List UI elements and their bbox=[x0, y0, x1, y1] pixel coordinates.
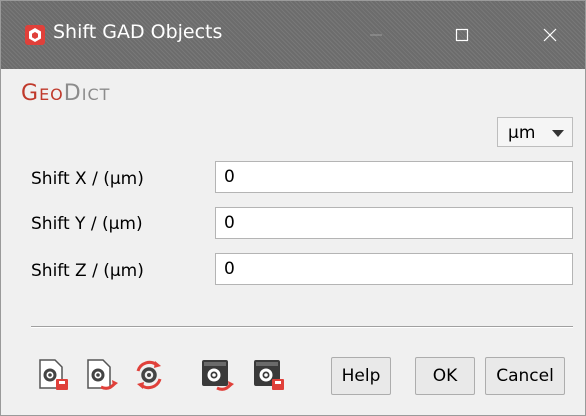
load-settings-icon bbox=[39, 359, 68, 390]
logo-dict-rest: ICT bbox=[81, 85, 111, 104]
load-gdt-icon bbox=[254, 360, 284, 390]
shift-x-input[interactable]: 0 bbox=[215, 161, 573, 193]
save-settings-icon bbox=[87, 359, 118, 390]
reset-settings-icon bbox=[136, 360, 162, 390]
save-settings-button[interactable] bbox=[83, 357, 119, 393]
logo-dict-cap: D bbox=[63, 81, 82, 106]
chevron-down-icon bbox=[552, 130, 564, 137]
cancel-button[interactable]: Cancel bbox=[485, 357, 565, 395]
reset-settings-button[interactable] bbox=[131, 357, 167, 393]
geodict-logo: GEODICT bbox=[21, 81, 110, 107]
shift-y-input[interactable]: 0 bbox=[215, 207, 573, 239]
logo-geo-rest: EO bbox=[39, 85, 64, 104]
geodict-app-icon bbox=[25, 25, 45, 45]
divider bbox=[31, 326, 573, 328]
maximize-icon bbox=[455, 28, 469, 42]
minimize-icon bbox=[370, 34, 382, 36]
load-gdt-button[interactable] bbox=[251, 357, 287, 393]
shift-z-label: Shift Z / (µm) bbox=[31, 261, 144, 281]
unit-dropdown-value: µm bbox=[508, 123, 536, 143]
title-bar[interactable]: Shift GAD Objects bbox=[1, 1, 585, 69]
minimize-button[interactable] bbox=[341, 1, 411, 69]
close-button[interactable] bbox=[515, 1, 585, 69]
load-settings-button[interactable] bbox=[35, 357, 71, 393]
unit-dropdown[interactable]: µm bbox=[497, 117, 573, 147]
shift-z-input[interactable]: 0 bbox=[215, 253, 573, 285]
save-gdt-button[interactable] bbox=[199, 357, 235, 393]
window-title: Shift GAD Objects bbox=[53, 21, 223, 43]
maximize-button[interactable] bbox=[427, 1, 497, 69]
help-button[interactable]: Help bbox=[331, 357, 391, 395]
close-icon bbox=[543, 28, 557, 42]
dialog-window: Shift GAD Objects GEODICT µm Shift X / (… bbox=[0, 0, 586, 416]
shift-x-label: Shift X / (µm) bbox=[31, 169, 144, 189]
shift-y-label: Shift Y / (µm) bbox=[31, 214, 143, 234]
logo-geo-cap: G bbox=[21, 81, 40, 106]
save-gdt-icon bbox=[202, 360, 234, 391]
ok-button[interactable]: OK bbox=[415, 357, 475, 395]
